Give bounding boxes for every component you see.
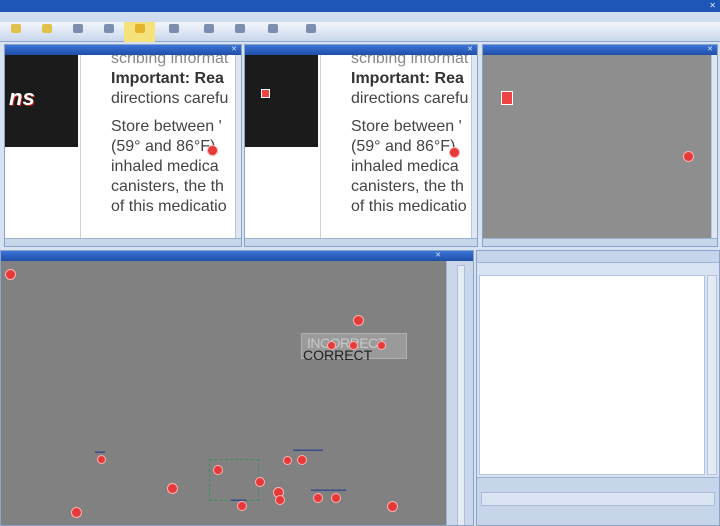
difference-marker[interactable]: [353, 315, 364, 326]
difference-marker[interactable]: [349, 341, 358, 350]
load-icon: [72, 24, 83, 33]
toolbar-button-8[interactable]: [224, 22, 255, 42]
scanned-pane-header: ✕: [245, 45, 477, 55]
overlay-small-label: ▬▬▬▬▬▬: [293, 447, 323, 453]
scanned-pane-footer: [245, 238, 477, 246]
toolbar-button-4[interactable]: [93, 22, 124, 42]
overlay-vertical-scrollbar[interactable]: [446, 261, 473, 525]
difference-marker[interactable]: [327, 341, 336, 350]
scanned-pane-close-icon[interactable]: ✕: [467, 45, 473, 53]
reference-vertical-scrollbar[interactable]: [235, 55, 241, 238]
reference-column-rule: [80, 55, 81, 238]
difference-marker[interactable]: [377, 341, 386, 350]
difference-marker[interactable]: [97, 455, 106, 464]
reference-text-block: scribing informat Important: Rea directi…: [111, 55, 229, 215]
scanned-document-view[interactable]: scribing informat Important: Rea directi…: [245, 55, 471, 238]
toolbar-button-1[interactable]: [0, 22, 31, 42]
scanned-logo-marker[interactable]: [261, 89, 270, 98]
toolbar-button-5[interactable]: [124, 22, 155, 42]
menu-bar: [0, 12, 720, 22]
results-list[interactable]: [479, 275, 705, 475]
scanned-pane: ✕ scribing informat Important: Rea direc…: [244, 44, 478, 247]
report-icon: [234, 24, 245, 33]
difference-marker[interactable]: [283, 456, 292, 465]
difference-marker[interactable]: [331, 493, 341, 503]
compare-icon: [134, 24, 145, 33]
toolbar-button-10[interactable]: [291, 22, 331, 42]
difference-pane: ✕: [482, 44, 718, 247]
results-footer: [477, 477, 719, 525]
toolbar-button-2[interactable]: [31, 22, 62, 42]
difference-pane-header: ✕: [483, 45, 717, 55]
overlay-pane-close-icon[interactable]: ✕: [435, 251, 441, 259]
scanned-column-rule: [320, 55, 321, 238]
overlay-pane: ✕ INCORRECT CORRECT ▬▬ ▬▬▬▬▬▬ ▬▬▬ ▬▬▬▬▬▬…: [0, 250, 474, 526]
overlay-word-correct: CORRECT: [303, 347, 373, 363]
toolbar-button-3[interactable]: [62, 22, 93, 42]
inspect-icon: [169, 24, 179, 33]
reference-pane-footer: [5, 238, 241, 246]
difference-pane-close-icon[interactable]: ✕: [707, 45, 713, 53]
reference-document-view[interactable]: ns scribing informat Important: Rea dire…: [5, 55, 235, 238]
difference-marker[interactable]: [501, 91, 513, 105]
reference-pane: ✕ ns scribing informat Important: Rea di…: [4, 44, 242, 247]
difference-image-view[interactable]: [483, 55, 711, 238]
scanned-vertical-scrollbar[interactable]: [471, 55, 477, 238]
overlay-pane-header: ✕: [1, 251, 473, 261]
toolbar-button-7[interactable]: [193, 22, 224, 42]
toolbar-button-9[interactable]: [255, 22, 291, 42]
difference-vertical-scrollbar[interactable]: [711, 55, 717, 238]
difference-marker[interactable]: [167, 483, 178, 494]
difference-marker[interactable]: [683, 151, 694, 162]
scan-icon: [103, 24, 114, 33]
results-pane: [476, 250, 720, 526]
open-icon: [10, 24, 21, 33]
difference-marker[interactable]: [313, 493, 323, 503]
settings-icon: [203, 24, 214, 33]
window-close-icon[interactable]: ✕: [709, 1, 716, 10]
results-vertical-scrollbar[interactable]: [707, 275, 717, 475]
difference-marker[interactable]: [237, 501, 247, 511]
toolbar: [0, 22, 720, 42]
difference-marker[interactable]: [449, 147, 460, 158]
results-footer-bar: [481, 492, 715, 506]
print-icon: [268, 24, 278, 33]
toolbar-button-6[interactable]: [155, 22, 193, 42]
export-icon: [306, 24, 316, 33]
difference-marker[interactable]: [5, 269, 16, 280]
difference-marker[interactable]: [255, 477, 265, 487]
folder-icon: [41, 24, 52, 33]
difference-marker[interactable]: [297, 455, 307, 465]
scanned-logo-block: [245, 55, 318, 147]
difference-marker[interactable]: [207, 145, 218, 156]
difference-marker[interactable]: [71, 507, 82, 518]
scanned-text-block: scribing informat Important: Rea directi…: [351, 55, 469, 215]
overlay-image-view[interactable]: INCORRECT CORRECT ▬▬ ▬▬▬▬▬▬ ▬▬▬ ▬▬▬▬▬▬▬: [1, 261, 446, 525]
window-titlebar: ✕: [0, 0, 720, 12]
reference-pane-close-icon[interactable]: ✕: [231, 45, 237, 53]
difference-marker[interactable]: [387, 501, 398, 512]
difference-pane-footer: [483, 238, 717, 246]
overlay-scroll-thumb[interactable]: [457, 265, 465, 525]
reference-logo-text: ns: [9, 85, 35, 110]
difference-marker[interactable]: [275, 495, 285, 505]
results-pane-header: [477, 251, 719, 263]
reference-pane-header: ✕: [5, 45, 241, 55]
difference-marker[interactable]: [213, 465, 223, 475]
